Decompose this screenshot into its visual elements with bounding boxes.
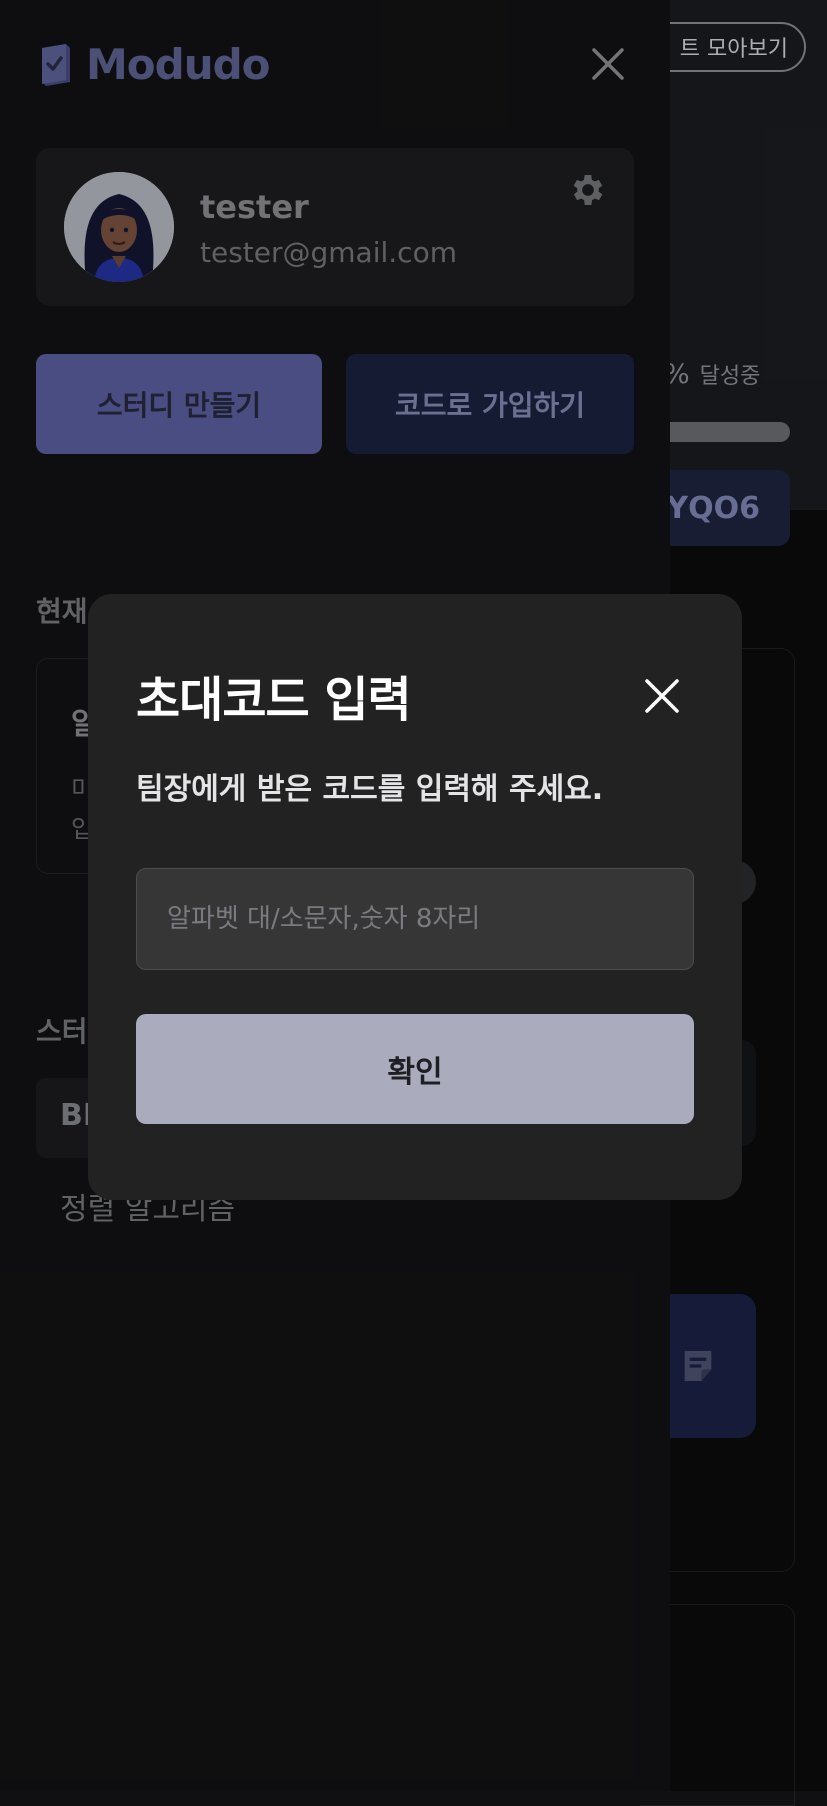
modal-description: 팀장에게 받은 코드를 입력해 주세요. [136, 772, 604, 807]
confirm-button[interactable]: 확인 [136, 1014, 694, 1124]
modal-title: 초대코드 입력 [136, 672, 412, 728]
invite-code-input[interactable] [136, 868, 694, 970]
close-icon[interactable] [642, 676, 682, 716]
invite-code-modal: 초대코드 입력 팀장에게 받은 코드를 입력해 주세요. 확인 [88, 594, 742, 1200]
